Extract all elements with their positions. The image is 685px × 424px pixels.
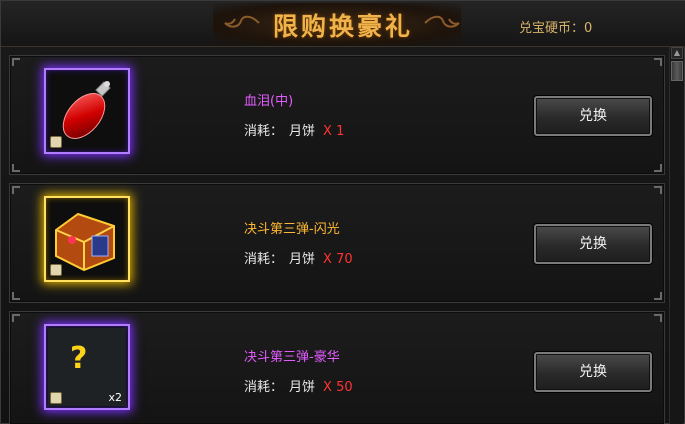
item-slot[interactable]: ? x2 (44, 324, 130, 410)
item-cost: 消耗： 月饼 X 50 (244, 376, 353, 395)
svg-text:?: ? (70, 341, 87, 376)
cost-currency: 月饼 (289, 124, 316, 139)
exchange-button[interactable]: 兑换 (534, 224, 652, 264)
lock-icon (50, 136, 62, 148)
lock-icon (50, 392, 62, 404)
exchange-button[interactable]: 兑换 (534, 96, 652, 136)
cost-amount: X 70 (323, 252, 353, 267)
scroll-up-icon[interactable]: ▲ (671, 47, 683, 59)
lock-icon (50, 264, 62, 276)
cost-currency: 月饼 (289, 380, 316, 395)
cost-currency: 月饼 (289, 252, 316, 267)
item-name: 血泪(中) (244, 94, 294, 109)
list-item: 决斗第三弹-闪光 消耗： 月饼 X 70 兑换 (9, 183, 665, 303)
coin-balance: 兑宝硬币：0 (519, 17, 592, 36)
scroll-thumb[interactable] (671, 61, 683, 81)
item-slot[interactable] (44, 68, 130, 154)
panel-header: 限购换豪礼 兑宝硬币：0 (1, 1, 685, 47)
ornament-left-icon (224, 15, 260, 28)
list-item: ? x2 决斗第三弹-豪华 消耗： 月饼 X 50 兑换 (9, 311, 665, 424)
item-slot[interactable] (44, 196, 130, 282)
cost-label: 消耗： (244, 124, 284, 139)
coin-balance-label: 兑宝硬币： (519, 21, 585, 36)
item-cost: 消耗： 月饼 X 1 (244, 120, 344, 139)
item-name: 决斗第三弹-闪光 (244, 222, 340, 237)
exchange-panel: 限购换豪礼 兑宝硬币：0 血泪(中) 消耗： 月饼 X 1 兑换 决斗第三弹-闪… (0, 0, 685, 424)
cost-amount: X 50 (323, 380, 353, 395)
item-quantity: x2 (108, 391, 122, 404)
coin-balance-value: 0 (584, 21, 593, 36)
exchange-button[interactable]: 兑换 (534, 352, 652, 392)
cost-label: 消耗： (244, 380, 284, 395)
list-item: 血泪(中) 消耗： 月饼 X 1 兑换 (9, 55, 665, 175)
page-title: 限购换豪礼 (272, 12, 413, 41)
ornament-right-icon (424, 15, 460, 28)
item-name: 决斗第三弹-豪华 (244, 350, 340, 365)
scrollbar[interactable]: ▲ (669, 47, 683, 424)
cost-amount: X 1 (323, 124, 345, 139)
cost-label: 消耗： (244, 252, 284, 267)
item-cost: 消耗： 月饼 X 70 (244, 248, 353, 267)
